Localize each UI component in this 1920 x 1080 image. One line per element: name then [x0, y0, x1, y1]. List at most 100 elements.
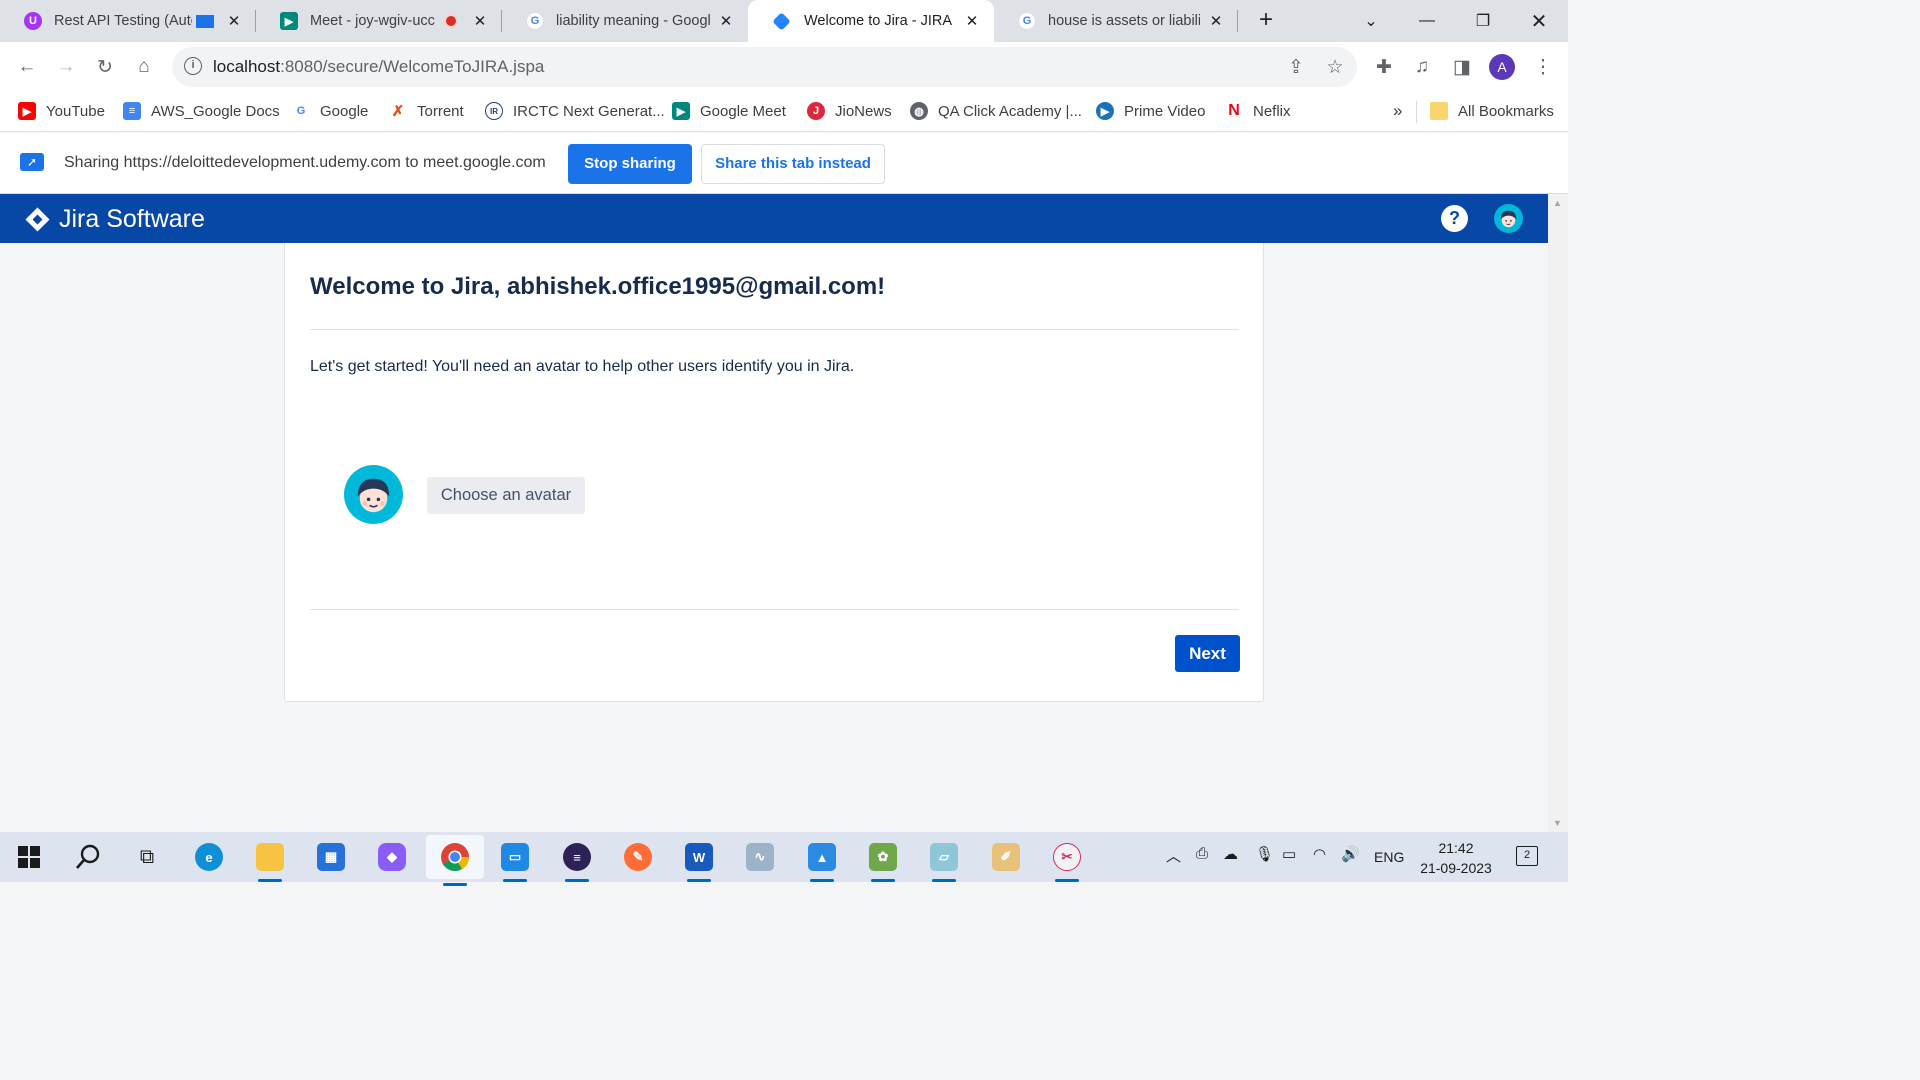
scroll-up-arrow-icon[interactable]: ▲: [1553, 198, 1562, 208]
minimize-button[interactable]: —: [1399, 0, 1455, 42]
bookmarks-overflow-button[interactable]: »: [1393, 100, 1402, 122]
paint-icon: ✐: [992, 843, 1020, 871]
taskbar-eclipse[interactable]: ≡: [559, 839, 595, 882]
media-controls-icon[interactable]: ♫: [1408, 53, 1436, 81]
site-info-icon[interactable]: i: [184, 57, 202, 75]
url-text[interactable]: localhost:8080/secure/WelcomeToJIRA.jspa: [213, 57, 544, 77]
taskbar-notepad[interactable]: ▱: [926, 839, 962, 882]
profile-avatar[interactable]: A: [1489, 54, 1515, 80]
choose-avatar-button[interactable]: Choose an avatar: [427, 477, 585, 514]
taskbar-chrome[interactable]: [426, 835, 484, 886]
onedrive-cloud-icon[interactable]: ☁: [1223, 845, 1238, 863]
taskbar-snipping-tool[interactable]: ✂: [1049, 839, 1085, 882]
user-avatar-button[interactable]: [1494, 204, 1523, 233]
close-icon[interactable]: ✕: [1206, 11, 1226, 31]
language-indicator[interactable]: ENG: [1374, 849, 1404, 865]
extensions-puzzle-icon[interactable]: ✚: [1370, 53, 1398, 81]
tab-liability-meaning[interactable]: G liability meaning - Google ✕: [502, 0, 748, 42]
help-button[interactable]: ?: [1441, 205, 1468, 232]
running-indicator: [258, 879, 282, 882]
new-tab-button[interactable]: +: [1254, 8, 1278, 33]
tab-rest-api-testing[interactable]: U Rest API Testing (Auto ✕: [0, 0, 256, 42]
windows-logo-icon: [18, 846, 40, 868]
notepad-icon: ▱: [930, 843, 958, 871]
taskbar-file-explorer[interactable]: [252, 839, 288, 882]
notification-center-button[interactable]: 2: [1516, 846, 1538, 866]
bookmark-star-icon[interactable]: ☆: [1321, 53, 1349, 81]
restore-button[interactable]: ❐: [1455, 0, 1511, 42]
close-icon[interactable]: ✕: [962, 11, 982, 31]
close-icon[interactable]: ✕: [224, 11, 244, 31]
running-indicator: [565, 879, 589, 882]
bookmark-google-meet[interactable]: ▶ Google Meet: [672, 100, 786, 122]
side-panel-icon[interactable]: ◨: [1448, 53, 1476, 81]
taskbar-word[interactable]: W: [681, 839, 717, 882]
share-icon[interactable]: ⇪: [1282, 53, 1310, 81]
more-menu-icon[interactable]: ⋮: [1529, 53, 1557, 81]
back-button[interactable]: ←: [13, 53, 41, 81]
close-icon[interactable]: ✕: [470, 11, 490, 31]
address-bar[interactable]: i localhost:8080/secure/WelcomeToJIRA.js…: [172, 47, 1357, 87]
bookmark-aws-google-docs[interactable]: ≡ AWS_Google Docs: [123, 100, 280, 122]
search-icon: [76, 844, 100, 869]
taskbar-paint[interactable]: ✐: [988, 839, 1024, 875]
battery-icon[interactable]: ▭: [1282, 845, 1296, 863]
taskbar-rdp[interactable]: ▭: [497, 839, 533, 882]
scroll-down-arrow-icon[interactable]: ▼: [1553, 818, 1562, 828]
close-icon[interactable]: ✕: [716, 11, 736, 31]
system-clock[interactable]: 21:42 21-09-2023: [1414, 838, 1498, 878]
bookmark-label: IRCTC Next Generat...: [513, 102, 665, 120]
meet-now-icon[interactable]: ⎙: [1196, 845, 1208, 862]
bookmark-torrent[interactable]: ✗ Torrent: [389, 100, 464, 122]
wifi-icon[interactable]: ◠: [1313, 845, 1326, 863]
bookmark-google[interactable]: G Google: [292, 100, 368, 122]
docs-icon: ≡: [123, 102, 141, 120]
recording-icon: [444, 14, 458, 28]
taskbar-edge[interactable]: e: [191, 839, 227, 875]
bookmark-prime-video[interactable]: ▶ Prime Video: [1096, 100, 1205, 122]
bookmark-jionews[interactable]: J JioNews: [807, 100, 892, 122]
search-button[interactable]: [70, 839, 106, 875]
bookmark-youtube[interactable]: ▶ YouTube: [18, 100, 105, 122]
taskbar-app-monitor[interactable]: ∿: [742, 839, 778, 875]
performance-monitor-icon: ∿: [746, 843, 774, 871]
reload-button[interactable]: ↻: [91, 53, 119, 81]
task-view-button[interactable]: ⧉: [129, 839, 165, 875]
stop-sharing-button[interactable]: Stop sharing: [568, 144, 692, 184]
forward-button[interactable]: →: [52, 53, 80, 81]
browser-tab-strip: U Rest API Testing (Auto ✕ ▶ Meet - joy-…: [0, 0, 1568, 42]
next-button[interactable]: Next: [1175, 635, 1240, 672]
start-button[interactable]: [11, 839, 47, 875]
running-indicator: [443, 883, 467, 886]
running-indicator: [503, 879, 527, 882]
taskbar-photos[interactable]: ▲: [804, 839, 840, 882]
taskbar-copilot[interactable]: ◆: [374, 839, 410, 875]
clock-date: 21-09-2023: [1420, 860, 1492, 876]
show-hidden-icons-chevron-icon[interactable]: ︿: [1166, 845, 1181, 866]
taskbar-store[interactable]: ▦: [313, 839, 349, 875]
home-button[interactable]: ⌂: [130, 53, 158, 81]
close-window-button[interactable]: ✕: [1511, 0, 1567, 42]
taskbar-postman[interactable]: ✎: [620, 839, 656, 875]
page-scrollbar[interactable]: ▲ ▼: [1548, 194, 1568, 832]
tab-google-meet[interactable]: ▶ Meet - joy-wgiv-ucc ✕: [256, 0, 502, 42]
tab-welcome-to-jira[interactable]: Welcome to Jira - JIRA ✕: [748, 0, 994, 42]
photos-icon: ▲: [808, 843, 836, 871]
share-this-tab-button[interactable]: Share this tab instead: [701, 144, 885, 184]
word-icon: W: [685, 843, 713, 871]
header-divider: [310, 329, 1239, 330]
bookmark-qa-click-academy[interactable]: ◍ QA Click Academy |...: [910, 100, 1082, 122]
welcome-title: Welcome to Jira, abhishek.office1995@gma…: [310, 273, 886, 300]
taskbar-app-green[interactable]: ✿: [865, 839, 901, 882]
tab-house-assets[interactable]: G house is assets or liabilities ✕: [994, 0, 1238, 42]
bookmark-neflix[interactable]: N Neflix: [1225, 100, 1291, 122]
bookmark-label: Neflix: [1253, 102, 1291, 120]
eclipse-icon: ≡: [563, 843, 591, 871]
jira-logo[interactable]: Jira Software: [25, 204, 205, 234]
all-bookmarks-folder[interactable]: All Bookmarks: [1430, 100, 1554, 122]
udemy-icon: U: [24, 12, 42, 30]
microphone-icon[interactable]: 🎙: [1255, 845, 1274, 863]
tab-search-chevron-icon[interactable]: ⌄: [1343, 0, 1399, 42]
volume-icon[interactable]: 🔊: [1341, 845, 1360, 863]
bookmark-irctc[interactable]: IR IRCTC Next Generat...: [485, 100, 665, 122]
